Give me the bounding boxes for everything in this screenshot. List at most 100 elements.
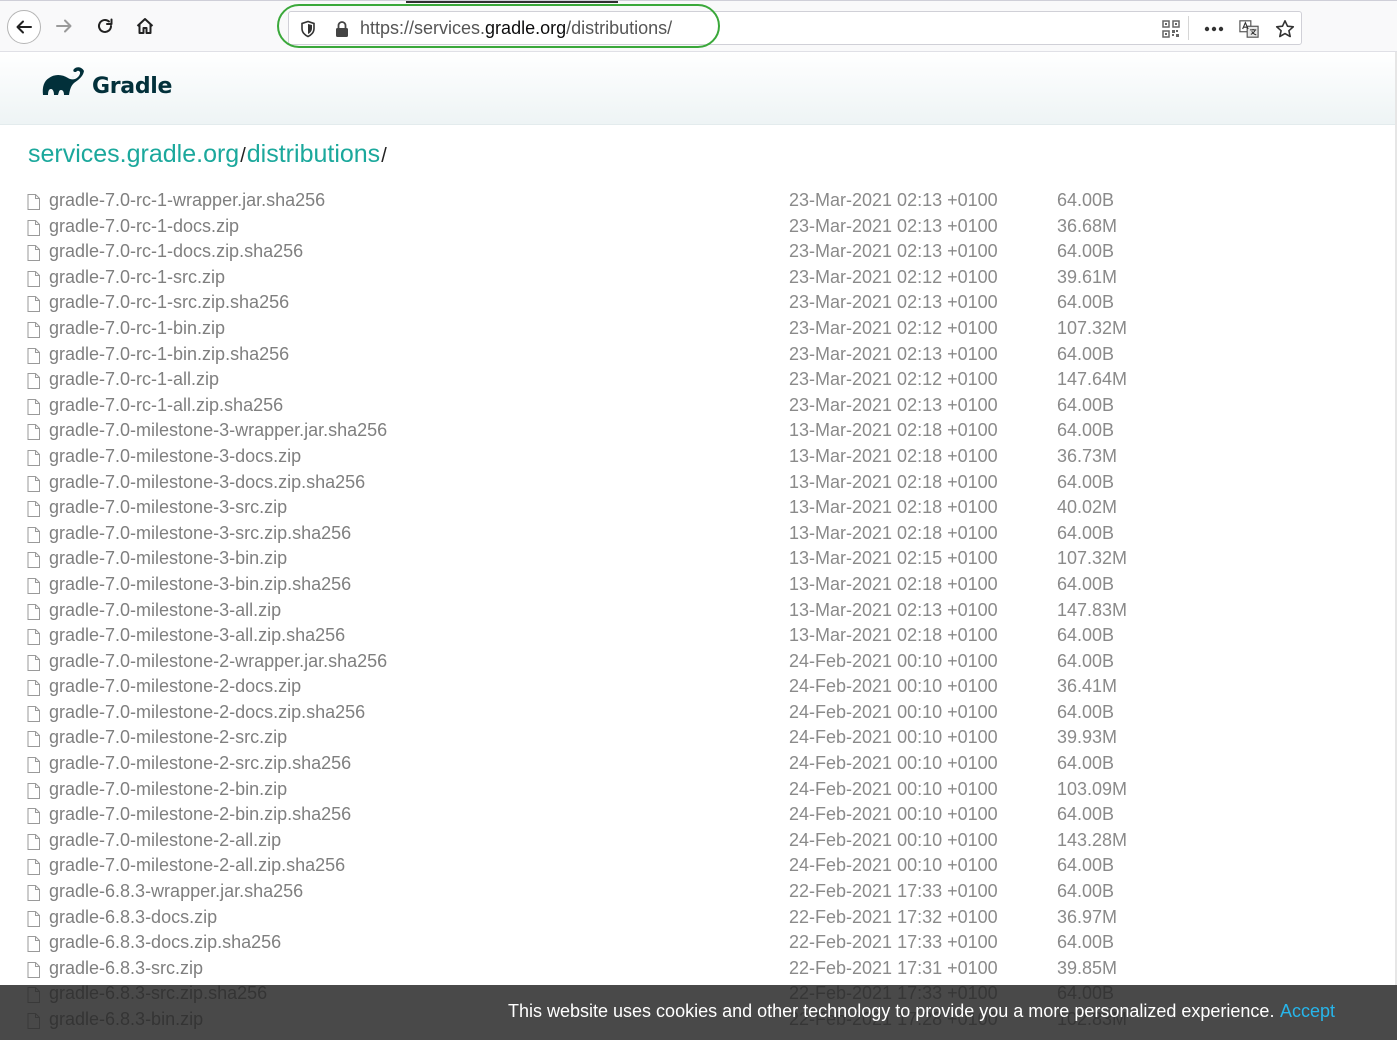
- file-link[interactable]: gradle-7.0-milestone-2-src.zip: [49, 727, 287, 748]
- file-link[interactable]: gradle-7.0-milestone-2-all.zip.sha256: [49, 855, 345, 876]
- cookie-banner: This website uses cookies and other tech…: [0, 985, 1397, 1040]
- file-link[interactable]: gradle-7.0-rc-1-docs.zip: [49, 216, 239, 237]
- file-link[interactable]: gradle-7.0-milestone-2-bin.zip: [49, 779, 287, 800]
- file-link[interactable]: gradle-6.8.3-docs.zip.sha256: [49, 932, 281, 953]
- home-icon: [136, 18, 154, 34]
- cookie-accept-button[interactable]: Accept: [1280, 1001, 1335, 1022]
- file-row: gradle-7.0-milestone-2-all.zip.sha256 24-…: [27, 853, 1327, 879]
- file-link[interactable]: gradle-7.0-rc-1-docs.zip.sha256: [49, 241, 303, 262]
- file-icon: [27, 961, 40, 983]
- file-size: 64.00B: [1057, 573, 1115, 594]
- translate-icon[interactable]: [1239, 19, 1259, 39]
- file-link[interactable]: gradle-7.0-rc-1-src.zip.sha256: [49, 292, 289, 313]
- file-icon: [27, 398, 40, 420]
- file-row: gradle-7.0-milestone-3-docs.zip.sha256 13…: [27, 470, 1327, 496]
- file-link[interactable]: gradle-7.0-milestone-2-all.zip: [49, 830, 281, 851]
- file-row: gradle-6.8.3-docs.zip 22-Feb-2021 17:32 +…: [27, 905, 1327, 931]
- file-icon: [27, 296, 40, 317]
- logo-text: Gradle: [92, 74, 173, 99]
- file-row: gradle-7.0-milestone-2-docs.zip.sha256 24…: [27, 700, 1327, 726]
- site-header: Gradle: [0, 52, 1397, 125]
- file-link[interactable]: gradle-7.0-milestone-3-bin.zip: [49, 548, 287, 569]
- reload-button[interactable]: [89, 10, 121, 42]
- file-link[interactable]: gradle-7.0-rc-1-wrapper.jar.sha256: [49, 190, 325, 211]
- file-link[interactable]: gradle-7.0-milestone-2-src.zip.sha256: [49, 753, 351, 774]
- file-icon: [27, 373, 40, 394]
- file-row: gradle-7.0-rc-1-src.zip.sha256 23-Mar-202…: [27, 290, 1327, 316]
- file-row: gradle-7.0-milestone-3-all.zip.sha256 13-…: [27, 623, 1327, 649]
- file-link[interactable]: gradle-7.0-milestone-3-wrapper.jar.sha25…: [49, 420, 387, 441]
- file-date: 24-Feb-2021 00:10 +0100: [789, 829, 998, 850]
- file-row: gradle-7.0-milestone-2-src.zip 24-Feb-202…: [27, 725, 1327, 751]
- file-link[interactable]: gradle-7.0-rc-1-all.zip: [49, 369, 219, 390]
- file-date: 22-Feb-2021 17:33 +0100: [789, 932, 998, 953]
- file-icon: [27, 219, 40, 241]
- file-size: 107.32M: [1057, 548, 1128, 569]
- file-size: 36.41M: [1057, 676, 1118, 697]
- file-size: 64.00B: [1057, 753, 1115, 774]
- file-row: gradle-7.0-milestone-3-bin.zip.sha256 13-…: [27, 572, 1327, 598]
- file-icon: [27, 654, 40, 676]
- file-link[interactable]: gradle-7.0-rc-1-src.zip: [49, 267, 225, 288]
- file-link[interactable]: gradle-7.0-rc-1-bin.zip: [49, 318, 225, 339]
- file-link[interactable]: gradle-7.0-milestone-3-all.zip: [49, 600, 281, 621]
- file-link[interactable]: gradle-6.8.3-wrapper.jar.sha256: [49, 881, 303, 902]
- file-link[interactable]: gradle-7.0-rc-1-bin.zip.sha256: [49, 344, 289, 365]
- breadcrumb-separator: /: [381, 145, 387, 167]
- back-button[interactable]: [7, 10, 41, 44]
- file-link[interactable]: gradle-7.0-milestone-3-docs.zip.sha256: [49, 472, 365, 493]
- file-icon: [27, 680, 40, 701]
- file-link[interactable]: gradle-6.8.3-src.zip: [49, 958, 203, 979]
- file-date: 23-Mar-2021 02:13 +0100: [789, 343, 998, 364]
- file-date: 13-Mar-2021 02:15 +0100: [789, 548, 998, 569]
- breadcrumb-separator: /: [240, 145, 246, 167]
- more-icon[interactable]: [1204, 19, 1224, 39]
- breadcrumb-root-link[interactable]: services.gradle.org: [28, 140, 239, 168]
- file-size: 64.00B: [1057, 420, 1115, 441]
- file-icon: [27, 501, 40, 522]
- file-date: 23-Mar-2021 02:13 +0100: [789, 215, 998, 236]
- file-icon: [27, 577, 40, 599]
- forward-button[interactable]: [48, 10, 80, 42]
- file-link[interactable]: gradle-7.0-milestone-2-docs.zip.sha256: [49, 702, 365, 723]
- file-row: gradle-7.0-rc-1-bin.zip.sha256 23-Mar-202…: [27, 342, 1327, 368]
- qr-code-icon[interactable]: [1161, 19, 1181, 39]
- file-link[interactable]: gradle-7.0-milestone-3-all.zip.sha256: [49, 625, 345, 646]
- file-size: 64.00B: [1057, 471, 1115, 492]
- file-date: 23-Mar-2021 02:12 +0100: [789, 369, 998, 390]
- back-icon: [16, 20, 32, 34]
- file-link[interactable]: gradle-6.8.3-docs.zip: [49, 907, 217, 928]
- gradle-logo[interactable]: Gradle: [40, 64, 172, 99]
- file-link[interactable]: gradle-7.0-milestone-3-src.zip: [49, 497, 287, 518]
- file-date: 13-Mar-2021 02:18 +0100: [789, 471, 998, 492]
- file-row: gradle-6.8.3-src.zip 22-Feb-2021 17:31 +0…: [27, 956, 1327, 982]
- home-button[interactable]: [129, 10, 161, 42]
- active-tab-indicator: [406, 1, 618, 3]
- file-link[interactable]: gradle-7.0-milestone-2-wrapper.jar.sha25…: [49, 651, 387, 672]
- file-date: 13-Mar-2021 02:18 +0100: [789, 522, 998, 543]
- file-row: gradle-7.0-milestone-2-bin.zip.sha256 24-…: [27, 802, 1327, 828]
- file-date: 24-Feb-2021 00:10 +0100: [789, 804, 998, 825]
- file-row: gradle-7.0-milestone-3-wrapper.jar.sha25…: [27, 418, 1327, 444]
- file-date: 24-Feb-2021 00:10 +0100: [789, 855, 998, 876]
- url-highlight-annotation: [277, 4, 720, 48]
- reload-icon: [98, 18, 113, 33]
- file-row: gradle-6.8.3-docs.zip.sha256 22-Feb-2021 …: [27, 930, 1327, 956]
- file-link[interactable]: gradle-7.0-milestone-3-bin.zip.sha256: [49, 574, 351, 595]
- file-size: 103.09M: [1057, 778, 1128, 799]
- file-link[interactable]: gradle-7.0-milestone-2-docs.zip: [49, 676, 301, 697]
- file-icon: [27, 270, 40, 292]
- file-link[interactable]: gradle-7.0-milestone-3-src.zip.sha256: [49, 523, 351, 544]
- forward-icon: [56, 19, 72, 33]
- file-link[interactable]: gradle-7.0-rc-1-all.zip.sha256: [49, 395, 283, 416]
- file-icon: [27, 782, 40, 804]
- file-size: 64.00B: [1057, 881, 1115, 902]
- file-link[interactable]: gradle-7.0-milestone-2-bin.zip.sha256: [49, 804, 351, 825]
- file-date: 13-Mar-2021 02:18 +0100: [789, 625, 998, 646]
- bookmark-star-icon[interactable]: [1275, 19, 1295, 39]
- breadcrumb-distributions-link[interactable]: distributions: [247, 140, 380, 168]
- file-date: 24-Feb-2021 00:10 +0100: [789, 676, 998, 697]
- file-link[interactable]: gradle-7.0-milestone-3-docs.zip: [49, 446, 301, 467]
- file-icon: [27, 424, 40, 445]
- file-date: 23-Mar-2021 02:12 +0100: [789, 317, 998, 338]
